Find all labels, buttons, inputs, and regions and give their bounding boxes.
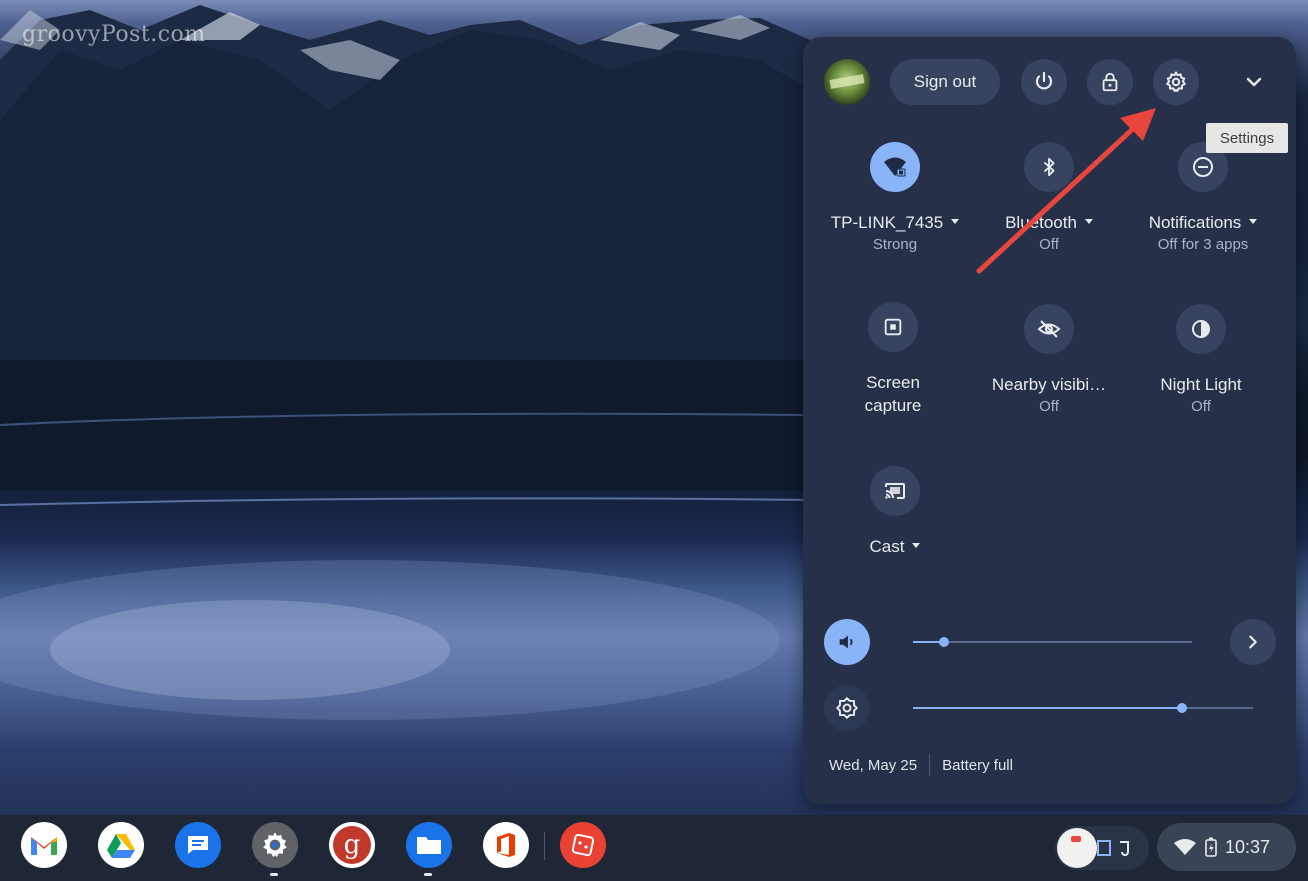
user-avatar[interactable] xyxy=(824,59,870,105)
settings-button[interactable] xyxy=(1153,59,1199,105)
tile-notifications[interactable]: Notifications Off for 3 apps xyxy=(1128,142,1278,253)
shelf-app-settings[interactable] xyxy=(252,822,298,868)
wifi-dropdown-caret-icon[interactable] xyxy=(951,219,960,225)
running-indicator-files xyxy=(424,873,432,876)
bluetooth-status: Off xyxy=(1039,236,1059,253)
screen-capture-icon xyxy=(884,318,902,336)
cast-dropdown-caret-icon[interactable] xyxy=(912,543,921,549)
do-not-disturb-icon xyxy=(1193,157,1213,177)
notifications-tile-label-row: Notifications xyxy=(1128,211,1278,234)
wifi-icon xyxy=(1174,839,1196,855)
brightness-button[interactable] xyxy=(824,685,870,731)
shelf-app-messages[interactable] xyxy=(175,822,221,868)
wifi-tile-toggle[interactable] xyxy=(870,142,920,192)
brightness-slider-fill xyxy=(913,707,1182,709)
screen-capture-tile-toggle[interactable] xyxy=(868,302,918,352)
sign-out-button[interactable]: Sign out xyxy=(890,59,1000,105)
night-light-status: Off xyxy=(1191,398,1211,415)
shelf-app-groovypost[interactable]: g xyxy=(329,822,375,868)
screen-capture-label: Screen capture xyxy=(864,373,922,415)
wifi-tile-label-row: TP-LINK_7435 xyxy=(820,211,970,234)
cast-label: Cast xyxy=(869,537,905,556)
tray-thumbnail xyxy=(1057,828,1097,868)
battery-status: Battery full xyxy=(942,756,1013,774)
tile-cast[interactable]: Cast xyxy=(820,466,970,558)
nearby-visibility-tile-toggle[interactable] xyxy=(1024,304,1074,354)
volume-slider-track[interactable] xyxy=(913,641,1192,643)
volume-icon xyxy=(839,635,853,649)
tile-nearby-visibility[interactable]: Nearby visibi… Off xyxy=(974,304,1124,415)
shelf-app-drive[interactable] xyxy=(98,822,144,868)
gear-icon xyxy=(1166,71,1186,92)
lock-button[interactable] xyxy=(1087,59,1133,105)
status-area[interactable]: 10:37 xyxy=(1157,823,1296,871)
shelf-divider xyxy=(544,832,545,860)
running-indicator-settings xyxy=(270,873,278,876)
settings-tooltip: Settings xyxy=(1206,123,1288,153)
footer-divider xyxy=(929,754,931,776)
nearby-visibility-label: Nearby visibi… xyxy=(991,375,1107,394)
cast-icon xyxy=(885,483,905,499)
tile-screen-capture[interactable]: Screen capture xyxy=(818,302,968,417)
volume-slider-thumb[interactable] xyxy=(939,637,949,647)
shelf-app-office[interactable] xyxy=(483,822,529,868)
volume-mute-button[interactable] xyxy=(824,619,870,665)
audio-settings-button[interactable] xyxy=(1230,619,1276,665)
notifications-label: Notifications xyxy=(1148,213,1242,232)
shelf-app-files[interactable] xyxy=(406,822,452,868)
clock-time: 10:37 xyxy=(1225,836,1271,857)
power-button[interactable] xyxy=(1021,59,1067,105)
cast-tile-toggle[interactable] xyxy=(870,466,920,516)
battery-icon xyxy=(1205,837,1217,857)
bluetooth-icon xyxy=(1043,157,1055,177)
brightness-icon xyxy=(836,697,858,719)
brightness-slider-thumb[interactable] xyxy=(1177,703,1187,713)
shelf-app-gmail[interactable] xyxy=(21,822,67,868)
nearby-visibility-status: Off xyxy=(1039,398,1059,415)
chevron-down-icon xyxy=(1246,77,1262,87)
stylus-icon xyxy=(1120,841,1129,856)
panel-footer: Wed, May 25 Battery full xyxy=(829,754,1013,776)
wifi-network-name: TP-LINK_7435 xyxy=(830,213,944,232)
tile-wifi[interactable]: TP-LINK_7435 Strong xyxy=(820,142,970,253)
wifi-signal-status: Strong xyxy=(872,236,918,253)
bluetooth-tile-label-row: Bluetooth xyxy=(974,211,1124,234)
bluetooth-label: Bluetooth xyxy=(1005,213,1077,232)
gmail-icon xyxy=(31,837,57,855)
screenshot-icon xyxy=(1097,840,1111,856)
night-light-label: Night Light xyxy=(1160,375,1242,394)
office-icon xyxy=(497,833,515,857)
cast-tile-label-row: Cast xyxy=(820,535,970,558)
settings-app-icon xyxy=(263,832,287,857)
shelf-app-other[interactable] xyxy=(560,822,606,868)
bluetooth-tile-toggle[interactable] xyxy=(1024,142,1074,192)
lock-icon xyxy=(1102,72,1118,92)
notifications-dropdown-caret-icon[interactable] xyxy=(1249,219,1258,225)
watermark-text: groovyPost.com xyxy=(22,22,206,47)
power-icon xyxy=(1035,71,1053,90)
collapse-button[interactable] xyxy=(1231,59,1277,105)
chevron-right-icon xyxy=(1249,635,1257,649)
wifi-lock-icon xyxy=(884,157,906,177)
night-light-tile-toggle[interactable] xyxy=(1176,304,1226,354)
tray-holding-space[interactable] xyxy=(1055,826,1149,870)
bluetooth-dropdown-caret-icon[interactable] xyxy=(1084,219,1093,225)
tile-bluetooth[interactable]: Bluetooth Off xyxy=(974,142,1124,253)
folder-icon xyxy=(417,837,441,854)
notifications-status: Off for 3 apps xyxy=(1157,236,1249,253)
groovypost-icon: g xyxy=(333,826,371,864)
night-light-icon xyxy=(1192,320,1210,338)
messages-icon xyxy=(188,836,208,854)
eye-off-icon xyxy=(1037,320,1061,338)
google-drive-icon xyxy=(107,834,135,858)
date-label[interactable]: Wed, May 25 xyxy=(829,757,917,774)
app-tile-icon xyxy=(571,833,595,857)
tile-night-light[interactable]: Night Light Off xyxy=(1126,304,1276,415)
